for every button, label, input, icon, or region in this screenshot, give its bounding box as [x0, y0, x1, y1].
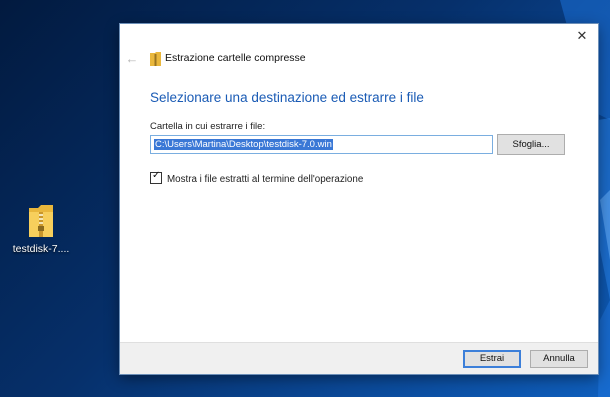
- show-files-label: Mostra i file estratti al termine dell'o…: [167, 174, 364, 185]
- destination-folder-label: Cartella in cui estrarre i file:: [150, 121, 266, 132]
- show-files-checkbox[interactable]: ✓: [150, 170, 162, 184]
- close-icon: ✕: [576, 28, 588, 43]
- back-arrow-icon: ←: [125, 51, 139, 66]
- extract-dialog: ✕ ← Estrazione cartelle compresse Selezi…: [120, 24, 598, 374]
- cancel-button[interactable]: Annulla: [530, 350, 588, 368]
- checkmark-icon: ✓: [152, 170, 161, 181]
- extract-button[interactable]: Estrai: [463, 350, 521, 368]
- back-button[interactable]: ←: [124, 52, 140, 66]
- show-files-option[interactable]: ✓ Mostra i file estratti al termine dell'…: [150, 170, 364, 185]
- desktop-zip-file[interactable]: testdisk-7....: [10, 204, 72, 255]
- zip-folder-icon: [29, 205, 53, 237]
- dialog-heading: Selezionare una destinazione ed estrarre…: [150, 90, 424, 105]
- desktop-icon-label: testdisk-7....: [12, 243, 70, 255]
- close-button[interactable]: ✕: [574, 28, 590, 44]
- dialog-title: Estrazione cartelle compresse: [165, 52, 306, 64]
- zip-folder-icon: [150, 52, 161, 66]
- browse-button[interactable]: Sfoglia...: [497, 134, 565, 155]
- destination-path-input[interactable]: C:\Users\Martina\Desktop\testdisk-7.0.wi…: [150, 135, 493, 154]
- destination-path-text: C:\Users\Martina\Desktop\testdisk-7.0.wi…: [154, 139, 333, 150]
- dialog-footer: Estrai Annulla: [120, 342, 598, 374]
